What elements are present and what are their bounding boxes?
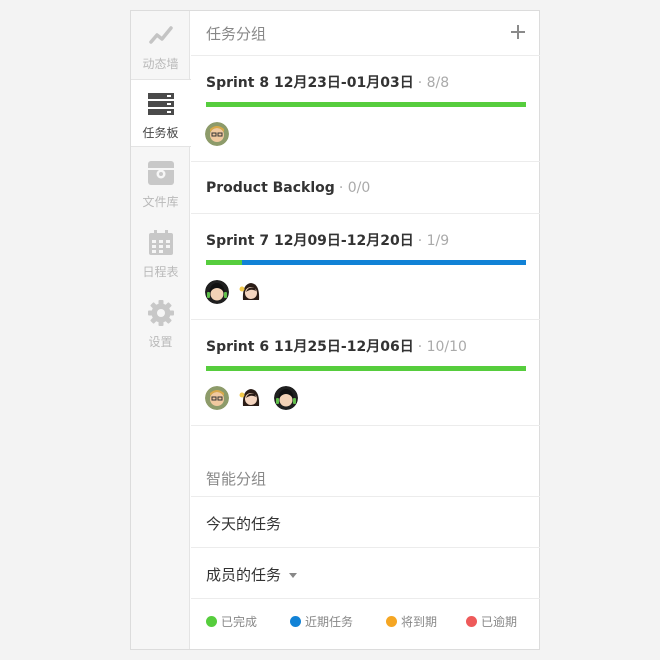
- sprint-name: Sprint 8 12月23日-01月03日: [206, 75, 414, 91]
- sprint-count: · 1/9: [417, 233, 450, 249]
- member-tasks-dropdown[interactable]: 成员的任务: [206, 564, 298, 585]
- sprint-count: · 8/8: [417, 75, 450, 91]
- task-board-icon: [148, 93, 174, 115]
- sprint-title: Product Backlog · 0/0: [206, 180, 370, 196]
- legend-label: 已逾期: [481, 615, 518, 629]
- member-tasks-label: 成员的任务: [206, 566, 282, 584]
- sidebar-item-label: 日程表: [142, 265, 179, 279]
- sprint-row-sprint-7[interactable]: Sprint 7 12月09日-12月20日 · 1/9: [191, 214, 540, 320]
- sidebar-item-label: 动态墙: [142, 57, 179, 71]
- legend-label: 近期任务: [305, 615, 354, 629]
- sidebar-item-label: 设置: [148, 335, 173, 349]
- sidebar-item-files[interactable]: 文件库: [131, 149, 190, 217]
- sprint-count: · 10/10: [417, 339, 467, 355]
- legend-dot: [290, 616, 301, 627]
- sprint-row-product-backlog[interactable]: Product Backlog · 0/0: [191, 162, 540, 214]
- dark-hair-woman-avatar[interactable]: [239, 280, 263, 304]
- sprint-progress-bar: [206, 260, 526, 265]
- legend-label: 已完成: [221, 615, 258, 629]
- sidebar-item-task-board[interactable]: 任务板: [131, 79, 191, 147]
- sprint-title: Sprint 8 12月23日-01月03日 · 8/8: [206, 72, 449, 92]
- calendar-icon: [149, 230, 173, 255]
- member-tasks-row[interactable]: 成员的任务: [191, 548, 540, 599]
- legend-dot: [466, 616, 477, 627]
- activity-chart-icon: [149, 26, 173, 44]
- legend-item-upcoming: 近期任务: [290, 613, 353, 630]
- blonde-glasses-avatar[interactable]: [205, 122, 229, 146]
- legend-item-overdue: 已逾期: [466, 613, 517, 630]
- sprint-title: Sprint 7 12月09日-12月20日 · 1/9: [206, 230, 449, 250]
- dark-hair-headphones-avatar[interactable]: [274, 386, 298, 410]
- sprint-name: Product Backlog: [206, 180, 335, 196]
- progress-fill: [206, 366, 526, 371]
- sidebar-item-label: 文件库: [142, 195, 179, 209]
- task-panel: 动态墙 任务板 文件库 日程表 设置 任务分组 Sprint 8 12月23日-…: [130, 10, 540, 650]
- chevron-down-icon: [289, 573, 298, 578]
- sprint-title: Sprint 6 11月25日-12月06日 · 10/10: [206, 336, 467, 356]
- sidebar: 动态墙 任务板 文件库 日程表 设置: [131, 11, 191, 649]
- task-groups-title: 任务分组: [206, 25, 267, 43]
- sidebar-item-calendar[interactable]: 日程表: [131, 219, 190, 287]
- legend-item-done: 已完成: [206, 613, 257, 630]
- legend-label: 将到期: [401, 615, 438, 629]
- task-groups-header: 任务分组: [191, 11, 540, 56]
- sprint-row-sprint-8[interactable]: Sprint 8 12月23日-01月03日 · 8/8: [191, 56, 540, 162]
- sprint-progress-bar: [206, 102, 526, 107]
- sprint-name: Sprint 6 11月25日-12月06日: [206, 339, 414, 355]
- dark-hair-headphones-avatar[interactable]: [205, 280, 229, 304]
- blonde-glasses-avatar[interactable]: [205, 386, 229, 410]
- file-library-icon: [148, 161, 174, 185]
- legend-item-due-soon: 将到期: [386, 613, 437, 630]
- main-content: 任务分组 Sprint 8 12月23日-01月03日 · 8/8 Product…: [191, 11, 540, 649]
- sidebar-item-settings[interactable]: 设置: [131, 289, 190, 357]
- add-group-icon[interactable]: [510, 24, 526, 40]
- progress-fill: [206, 102, 526, 107]
- sprint-progress-bar: [206, 366, 526, 371]
- sidebar-item-activity[interactable]: 动态墙: [131, 11, 190, 79]
- dark-hair-woman-avatar[interactable]: [239, 386, 263, 410]
- smart-groups-header: 智能分组: [191, 426, 540, 497]
- legend-dot: [386, 616, 397, 627]
- progress-fill: [206, 260, 242, 265]
- today-tasks-row[interactable]: 今天的任务: [191, 497, 540, 548]
- legend-dot: [206, 616, 217, 627]
- sprint-count: · 0/0: [338, 180, 371, 196]
- sprint-row-sprint-6[interactable]: Sprint 6 11月25日-12月06日 · 10/10: [191, 320, 540, 426]
- smart-groups-title: 智能分组: [206, 470, 267, 488]
- sprint-name: Sprint 7 12月09日-12月20日: [206, 233, 414, 249]
- sidebar-item-label: 任务板: [142, 126, 179, 140]
- today-tasks-label: 今天的任务: [206, 515, 282, 533]
- gear-icon: [148, 300, 174, 326]
- status-legend: 已完成 近期任务 将到期 已逾期: [191, 599, 540, 650]
